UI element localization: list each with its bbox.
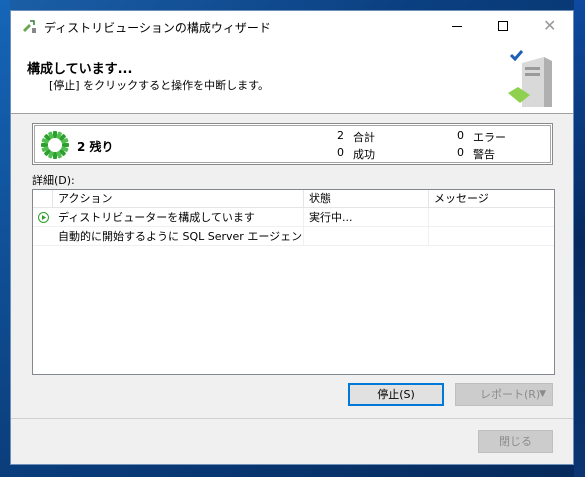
running-icon — [38, 212, 49, 223]
row-status — [304, 227, 429, 246]
minimize-button[interactable] — [434, 11, 480, 41]
report-button[interactable]: レポート(R) ▼ — [455, 383, 553, 406]
success-label: 成功 — [353, 148, 375, 161]
row-action: ディストリビューターを構成しています — [53, 208, 304, 227]
remaining-count: 2 残り — [77, 140, 114, 154]
error-count: 0 — [457, 129, 464, 142]
warning-label: 警告 — [473, 148, 495, 161]
maximize-icon — [498, 21, 508, 31]
desktop-background-left — [0, 0, 10, 477]
minimize-icon — [452, 26, 462, 27]
stop-button[interactable]: 停止(S) — [348, 383, 444, 406]
row-message — [429, 227, 554, 246]
table-row[interactable]: ディストリビューターを構成しています 実行中... — [33, 208, 554, 227]
error-label: エラー — [473, 131, 506, 144]
maximize-button[interactable] — [480, 11, 526, 41]
row-status: 実行中... — [304, 208, 429, 227]
table-row[interactable]: 自動的に開始するように SQL Server エージェン... — [33, 227, 554, 246]
server-check-icon — [508, 50, 552, 107]
row-message — [429, 208, 554, 227]
footer-divider — [11, 418, 573, 419]
icon-column-header — [33, 190, 53, 208]
details-grid[interactable]: アクション 状態 メッセージ ディストリビューターを構成しています 実行中...… — [32, 189, 555, 375]
row-action: 自動的に開始するように SQL Server エージェン... — [53, 227, 304, 246]
total-label: 合計 — [353, 131, 375, 144]
close-window-button[interactable]: ✕ — [526, 11, 572, 41]
warning-count: 0 — [457, 146, 464, 159]
report-button-label: レポート(R) — [480, 388, 541, 401]
wizard-window: ディストリビューションの構成ウィザード ✕ 構成しています... [停止] をク… — [10, 10, 574, 465]
close-icon: ✕ — [543, 16, 557, 35]
window-title: ディストリビューションの構成ウィザード — [44, 21, 271, 35]
title-bar[interactable]: ディストリビューションの構成ウィザード ✕ — [11, 11, 573, 41]
desktop-background-right — [574, 0, 585, 477]
grid-header: アクション 状態 メッセージ — [33, 190, 554, 208]
page-subtitle: [停止] をクリックすると操作を中断します。 — [49, 79, 269, 92]
progress-summary: 2 残り 2 合計 0 成功 0 エラー 0 警告 — [32, 123, 553, 165]
total-count: 2 — [337, 129, 344, 142]
page-title: 構成しています... — [27, 62, 133, 77]
wizard-header: 構成しています... [停止] をクリックすると操作を中断します。 — [11, 41, 573, 114]
wizard-app-icon — [23, 20, 36, 33]
column-header-message[interactable]: メッセージ — [429, 190, 554, 208]
chevron-down-icon: ▼ — [539, 389, 546, 399]
column-header-action[interactable]: アクション — [53, 190, 304, 208]
close-button[interactable]: 閉じる — [478, 430, 553, 453]
column-header-status[interactable]: 状態 — [304, 190, 429, 208]
success-count: 0 — [337, 146, 344, 159]
progress-spinner-icon — [41, 131, 69, 159]
details-label: 詳細(D): — [32, 174, 75, 187]
